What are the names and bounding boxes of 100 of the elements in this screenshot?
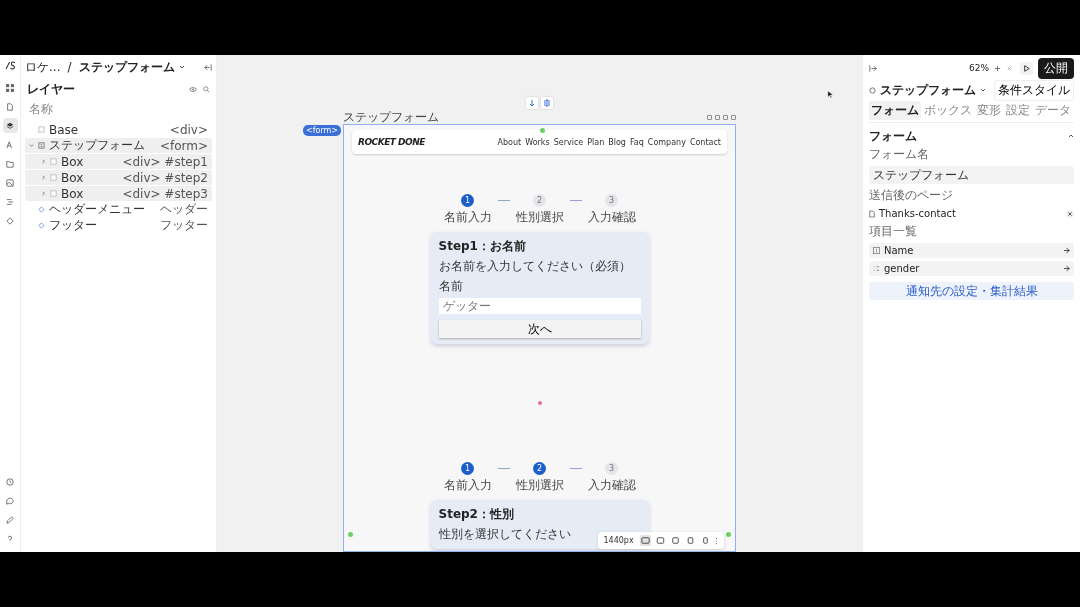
nav-link[interactable]: Blog	[608, 137, 626, 147]
form-icon	[38, 142, 45, 149]
layers-icon[interactable]	[2, 118, 18, 133]
site-logo: ROCKET DONE	[358, 137, 425, 147]
laptop-icon[interactable]	[654, 535, 666, 546]
nav-link[interactable]: Service	[553, 137, 584, 147]
box-icon	[50, 174, 57, 181]
layer-tag: <div> #step3	[122, 186, 208, 201]
layer-tag: フッター	[160, 217, 208, 234]
layer-name: ヘッダーメニュー	[49, 201, 145, 218]
expand-panel-icon[interactable]	[869, 64, 877, 72]
nav-link[interactable]: About	[497, 137, 522, 147]
collapse-panel-icon[interactable]	[204, 63, 212, 71]
layer-row[interactable]: Box <div> #step1	[25, 154, 212, 169]
project-name[interactable]: ロケ...	[25, 58, 61, 76]
layers-title: レイヤー	[27, 80, 75, 98]
component-name[interactable]: ステップフォーム	[880, 81, 976, 99]
layer-row[interactable]: Box <div> #step2	[25, 170, 212, 185]
caret-icon[interactable]	[178, 65, 185, 69]
field-label: 送信後のページ	[869, 187, 953, 204]
nav-link[interactable]: Company	[647, 137, 686, 147]
nav-link[interactable]: Plan	[587, 137, 605, 147]
name-field[interactable]: ゲッター	[438, 298, 641, 314]
zoom-out-icon[interactable]	[1006, 64, 1013, 72]
step-circle: 2	[533, 194, 546, 207]
zoom-in-icon[interactable]	[994, 64, 1001, 72]
step-circle: 1	[461, 194, 474, 207]
frame-label: ステップフォーム	[343, 108, 439, 126]
box-icon	[50, 158, 57, 165]
step-circle: 3	[605, 462, 618, 475]
inspector-tab[interactable]: ボックス	[922, 100, 974, 120]
box-icon	[50, 190, 57, 197]
step-circle: 3	[605, 194, 618, 207]
condition-style-button[interactable]: 条件スタイル	[994, 79, 1074, 101]
layer-row[interactable]: ステップフォーム <form>	[25, 138, 212, 153]
inspector-tab[interactable]: 設定	[1004, 100, 1032, 120]
arrow-right-icon[interactable]	[1063, 265, 1070, 272]
handle-dot[interactable]	[348, 532, 353, 537]
layer-tag: <div> #step2	[122, 170, 208, 185]
align-icon[interactable]	[541, 97, 553, 109]
breadcrumb-separator: /	[67, 60, 72, 74]
step-label: 性別選択	[515, 209, 564, 226]
caret-icon[interactable]	[980, 88, 986, 92]
step-label: 名前入力	[443, 209, 492, 226]
next-button[interactable]: 次へ	[438, 320, 641, 338]
nav-link[interactable]: Works	[525, 137, 550, 147]
step-circle: 1	[461, 462, 474, 475]
diamond-icon	[38, 206, 45, 213]
layer-tag: <div>	[169, 122, 208, 137]
form-name-field[interactable]: ステップフォーム	[869, 166, 1074, 184]
close-icon[interactable]	[1066, 209, 1074, 218]
layer-tag: <div> #step1	[122, 154, 208, 169]
inspector-tab[interactable]: フォーム	[869, 100, 921, 120]
layer-tag: <form>	[159, 138, 208, 153]
chevron-icon[interactable]	[1068, 134, 1074, 138]
layer-row[interactable]: ヘッダーメニュー ヘッダー	[25, 202, 212, 217]
step-label: 名前入力	[443, 477, 492, 494]
inspector-tab[interactable]: データ	[1033, 100, 1073, 120]
arrow-right-icon[interactable]	[1063, 247, 1070, 254]
section-title: フォーム	[869, 127, 917, 145]
center-marker	[537, 401, 542, 405]
zoom-level[interactable]: 62%	[969, 63, 989, 73]
search-icon[interactable]	[203, 85, 210, 93]
form-item-row[interactable]: gender	[869, 261, 1074, 276]
field-label: 項目一覧	[869, 223, 917, 240]
eye-icon[interactable]	[189, 86, 197, 92]
inspector-tab[interactable]: 変形	[975, 100, 1003, 120]
arrow-down-icon[interactable]	[526, 97, 538, 109]
step-label: 性別選択	[515, 477, 564, 494]
layer-name: Box	[61, 170, 84, 185]
diamond-icon	[38, 222, 45, 229]
nav-link[interactable]: Faq	[629, 137, 644, 147]
step-label: 入力確認	[587, 477, 636, 494]
card-description: お名前を入力してください（必須）	[438, 258, 631, 275]
form-item-row[interactable]: Name	[869, 243, 1074, 258]
layer-row[interactable]: フッター フッター	[25, 218, 212, 233]
text-field-icon	[873, 247, 880, 254]
card-title: Step1：お名前	[438, 238, 526, 255]
tablet-icon[interactable]	[669, 535, 681, 546]
card-title: Step2：性別	[438, 506, 514, 523]
desktop-icon[interactable]	[639, 535, 651, 546]
element-badge: <form>	[303, 125, 342, 136]
notification-settings-button[interactable]: 通知先の設定・集計結果	[869, 282, 1074, 300]
redirect-page[interactable]: Thanks-contact	[879, 208, 956, 219]
column-header: 名称	[28, 101, 54, 118]
cursor-icon	[827, 90, 834, 99]
handle-dot[interactable]	[539, 128, 545, 133]
layer-row[interactable]: Box <div> #step3	[25, 186, 212, 201]
layer-name: Base	[49, 122, 79, 137]
publish-button[interactable]: 公開	[1038, 57, 1074, 79]
layer-name: ステップフォーム	[49, 137, 145, 154]
list-icon	[873, 265, 880, 272]
play-icon[interactable]	[1020, 61, 1033, 75]
layer-row[interactable]: Base <div>	[25, 122, 212, 137]
page-selector[interactable]: ステップフォーム	[78, 58, 175, 76]
more-icon[interactable]	[714, 536, 718, 545]
nav-link[interactable]: Contact	[689, 137, 721, 147]
handle-dot[interactable]	[726, 532, 731, 537]
viewport-width[interactable]: 1440px	[603, 536, 634, 545]
item-name: Name	[884, 245, 914, 256]
